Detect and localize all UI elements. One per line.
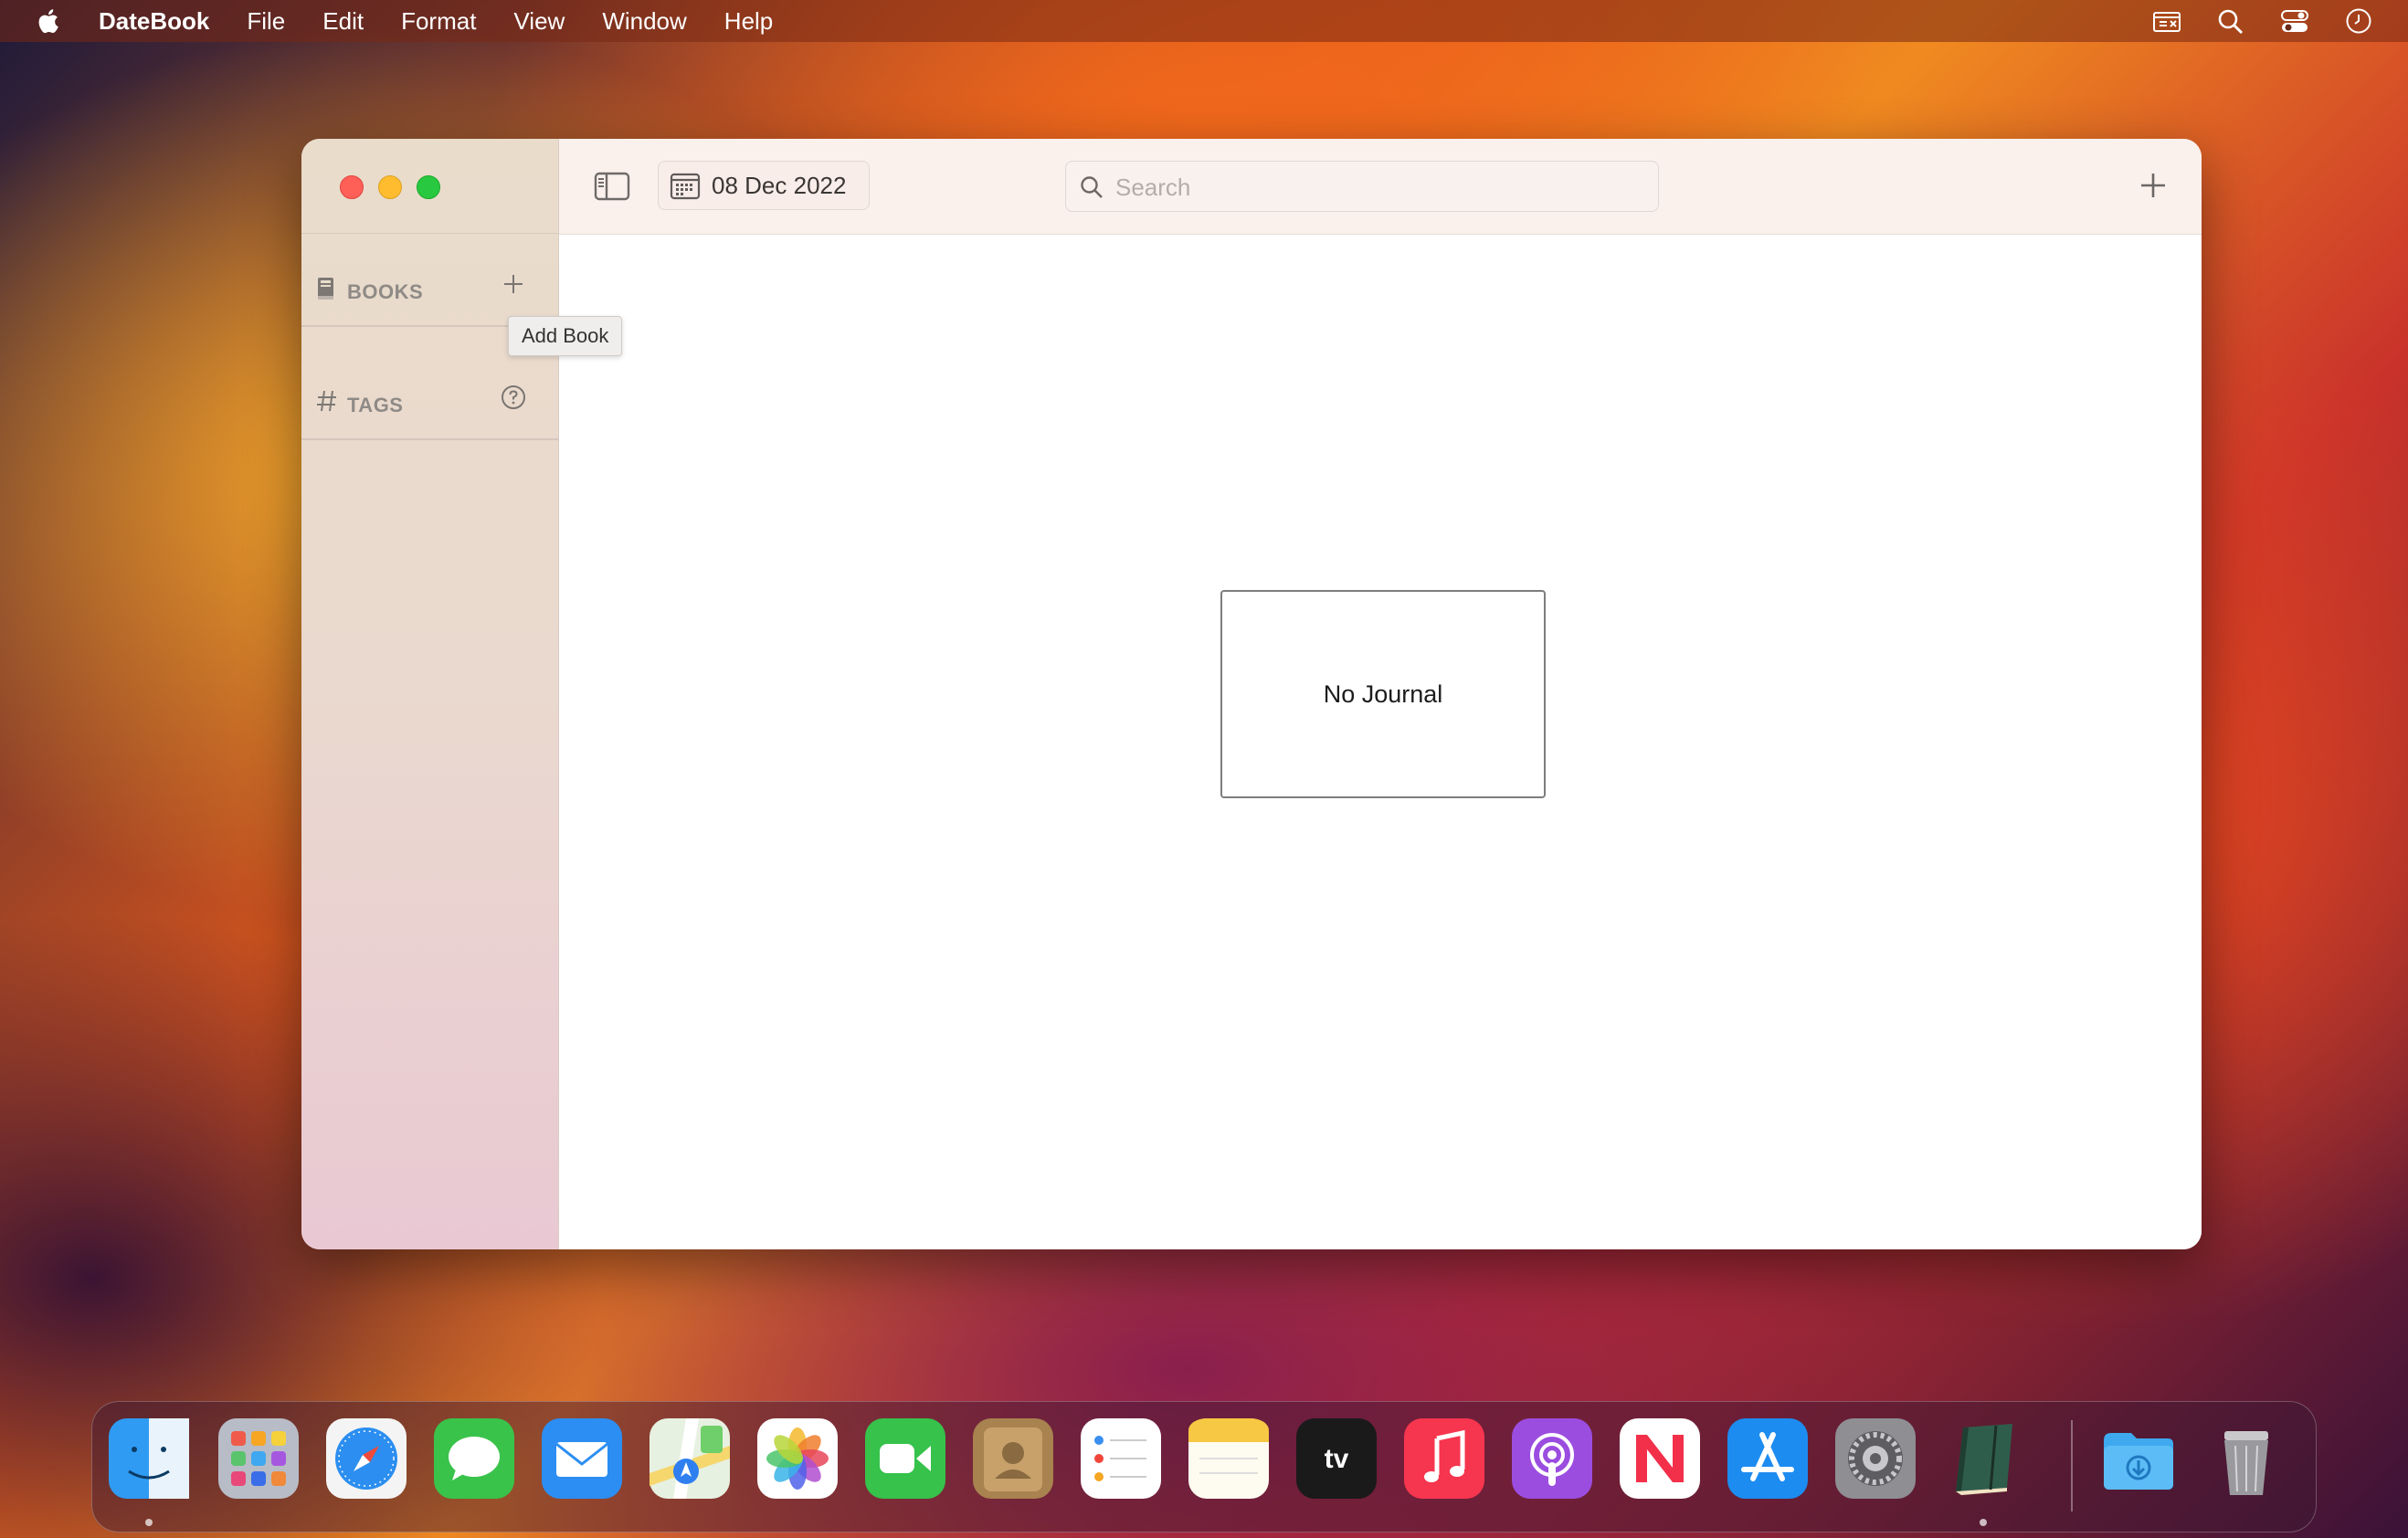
dock: tv: [91, 1401, 2317, 1533]
dock-safari-icon[interactable]: [326, 1418, 407, 1499]
apple-logo-icon[interactable]: [35, 7, 60, 35]
screen-share-icon[interactable]: [2152, 7, 2181, 35]
clock-icon[interactable]: [2344, 7, 2373, 35]
add-entry-button[interactable]: [2138, 170, 2169, 201]
search-input[interactable]: [1114, 167, 1647, 207]
minimize-button[interactable]: [378, 175, 402, 199]
dock-launchpad-icon[interactable]: [218, 1418, 299, 1499]
dock-messages-icon[interactable]: [434, 1418, 514, 1499]
menu-app-name[interactable]: DateBook: [99, 7, 209, 36]
search-icon[interactable]: [2216, 7, 2245, 35]
sidebar: BOOKS TAGS: [301, 139, 559, 1249]
dock-notes-icon[interactable]: [1188, 1418, 1269, 1499]
add-book-tooltip: Add Book: [508, 316, 623, 356]
dock-separator: [2071, 1420, 2073, 1512]
dock-music-icon[interactable]: [1404, 1418, 1484, 1499]
dock-app-store-icon[interactable]: [1727, 1418, 1808, 1499]
menu-format[interactable]: Format: [401, 7, 476, 36]
tags-section: TAGS: [301, 347, 558, 440]
dock-reminders-icon[interactable]: [1081, 1418, 1161, 1499]
calendar-icon: [670, 173, 701, 200]
window-controls: [340, 175, 440, 199]
date-label: 08 Dec 2022: [712, 171, 847, 199]
hashtag-icon: [317, 390, 336, 412]
dock-mail-icon[interactable]: [542, 1418, 622, 1499]
add-book-button[interactable]: [500, 270, 527, 298]
books-label: BOOKS: [347, 280, 424, 303]
dock-downloads-folder-icon[interactable]: [2098, 1418, 2179, 1499]
date-picker-button[interactable]: 08 Dec 2022: [658, 161, 870, 210]
search-icon: [1081, 176, 1103, 198]
zoom-button[interactable]: [417, 175, 440, 199]
dock-maps-icon[interactable]: [650, 1418, 730, 1499]
dock-system-settings-icon[interactable]: [1835, 1418, 1916, 1499]
book-icon: [318, 278, 333, 300]
running-indicator: [1980, 1519, 1987, 1526]
control-center-icon[interactable]: [2280, 7, 2309, 35]
sidebar-toggle-icon[interactable]: [594, 172, 630, 201]
dock-contacts-icon[interactable]: [973, 1418, 1053, 1499]
dock-podcasts-icon[interactable]: [1512, 1418, 1592, 1499]
dock-trash-icon[interactable]: [2206, 1418, 2287, 1499]
close-button[interactable]: [340, 175, 364, 199]
tags-label: TAGS: [347, 394, 404, 416]
dock-finder-icon[interactable]: [109, 1418, 189, 1499]
menu-extras: [2152, 0, 2373, 42]
dock-news-icon[interactable]: [1620, 1418, 1700, 1499]
books-section: BOOKS: [301, 233, 558, 327]
running-indicator: [145, 1519, 153, 1526]
search-field[interactable]: [1065, 161, 1659, 212]
toolbar: 08 Dec 2022: [559, 139, 2202, 235]
menu-view[interactable]: View: [513, 7, 565, 36]
no-journal-placeholder: No Journal: [1220, 590, 1546, 798]
menu-help[interactable]: Help: [724, 7, 773, 36]
menu-edit[interactable]: Edit: [322, 7, 364, 36]
menu-bar: DateBook File Edit Format View Window He…: [0, 0, 2408, 42]
dock-photos-icon[interactable]: [757, 1418, 838, 1499]
dock-tv-icon[interactable]: tv: [1296, 1418, 1377, 1499]
menu-file[interactable]: File: [247, 7, 285, 36]
dock-datebook-icon[interactable]: [1943, 1418, 2023, 1499]
svg-text:tv: tv: [1325, 1444, 1349, 1474]
dock-facetime-icon[interactable]: [865, 1418, 945, 1499]
menu-window[interactable]: Window: [602, 7, 686, 36]
help-icon[interactable]: [500, 384, 527, 411]
